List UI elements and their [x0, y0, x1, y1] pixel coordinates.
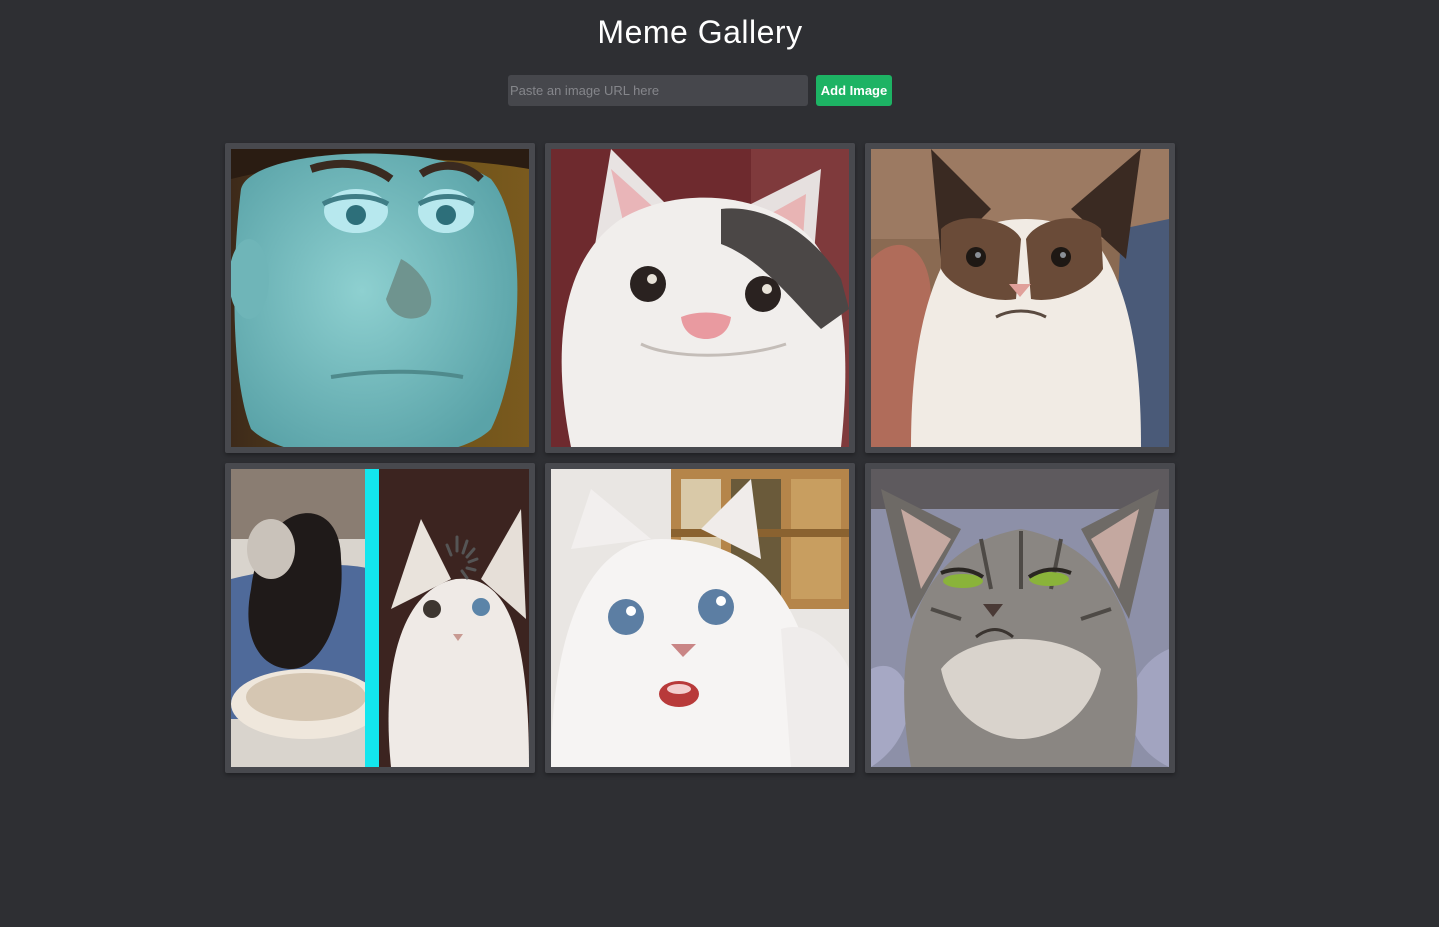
- gallery-item[interactable]: [865, 143, 1175, 453]
- meme-gallery-page: Meme Gallery Add Image: [0, 0, 1439, 927]
- gallery-item[interactable]: [225, 143, 535, 453]
- shocked-white-cat-meme-image: [551, 469, 849, 767]
- loading-kitten-meme-image: [231, 469, 529, 767]
- gallery-item[interactable]: [545, 143, 855, 453]
- grumpy-cat-meme-image: [871, 149, 1169, 447]
- gallery-item[interactable]: [225, 463, 535, 773]
- woody-face-meme-image: [231, 149, 529, 447]
- gallery-item[interactable]: [865, 463, 1175, 773]
- gallery-item[interactable]: [545, 463, 855, 773]
- image-url-input[interactable]: [508, 75, 808, 106]
- add-image-button[interactable]: Add Image: [816, 75, 892, 106]
- image-gallery: [225, 143, 1175, 773]
- page-title: Meme Gallery: [597, 14, 803, 50]
- beluga-cat-meme-image: [551, 149, 849, 447]
- add-image-form: Add Image: [508, 75, 892, 106]
- angry-grey-kitten-meme-image: [871, 469, 1169, 767]
